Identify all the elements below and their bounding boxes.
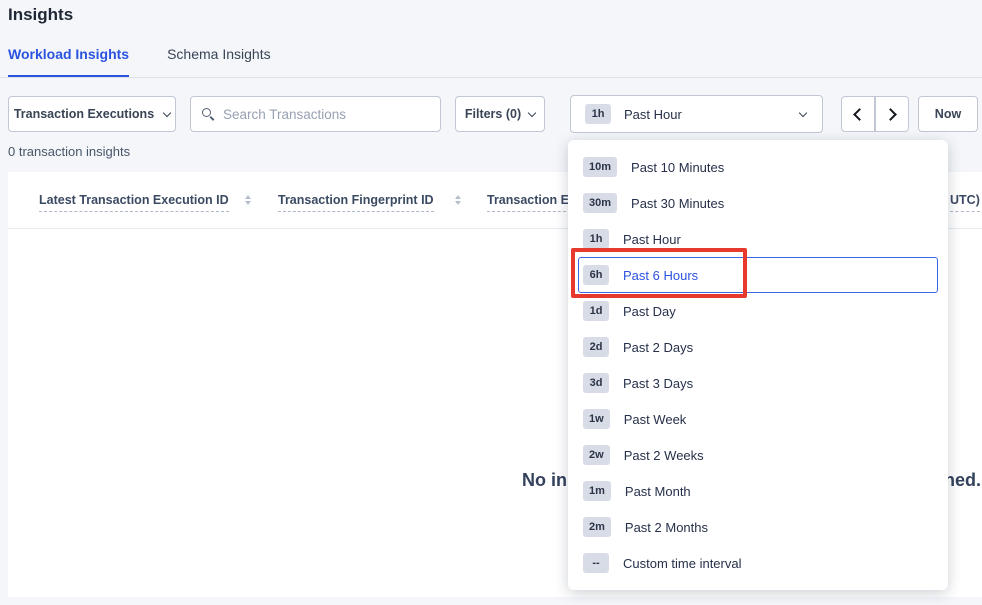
time-pager xyxy=(841,96,909,132)
page-title: Insights xyxy=(8,5,73,25)
empty-state-text-left: No in xyxy=(522,470,567,491)
time-option-past-2-months[interactable]: 2m Past 2 Months xyxy=(578,509,938,545)
column-header-transaction-fingerprint-id[interactable]: Transaction Fingerprint ID xyxy=(278,193,434,212)
time-option-past-6-hours[interactable]: 6h Past 6 Hours xyxy=(578,257,938,293)
column-header-latest-transaction-execution-id[interactable]: Latest Transaction Execution ID xyxy=(39,193,229,212)
time-option-past-month[interactable]: 1m Past Month xyxy=(578,473,938,509)
time-badge: 30m xyxy=(583,193,617,213)
chevron-down-icon xyxy=(163,108,171,116)
next-interval-button[interactable] xyxy=(875,96,909,132)
previous-interval-button[interactable] xyxy=(841,96,875,132)
time-badge: 2w xyxy=(583,445,610,465)
search-input[interactable] xyxy=(223,107,430,122)
time-interval-dropdown-menu: 10m Past 10 Minutes 30m Past 30 Minutes … xyxy=(568,140,948,590)
execution-type-label: Transaction Executions xyxy=(14,107,154,121)
time-badge: 2m xyxy=(583,517,611,537)
time-picker-label: Past Hour xyxy=(624,107,682,122)
tab-workload-insights[interactable]: Workload Insights xyxy=(8,46,129,77)
search-icon xyxy=(201,107,215,121)
chevron-down-icon xyxy=(799,108,807,116)
time-badge: 3d xyxy=(583,373,609,393)
time-badge: 1d xyxy=(583,301,609,321)
time-badge: 1h xyxy=(583,229,609,249)
time-badge: 10m xyxy=(583,157,617,177)
time-option-past-3-days[interactable]: 3d Past 3 Days xyxy=(578,365,938,401)
time-option-past-30-minutes[interactable]: 30m Past 30 Minutes xyxy=(578,185,938,221)
filters-label: Filters (0) xyxy=(465,107,521,121)
sort-icon[interactable] xyxy=(245,195,251,205)
chevron-down-icon xyxy=(528,108,536,116)
time-badge: 1w xyxy=(583,409,610,429)
tab-schema-insights[interactable]: Schema Insights xyxy=(167,46,271,77)
time-badge: 2d xyxy=(583,337,609,357)
time-option-past-week[interactable]: 1w Past Week xyxy=(578,401,938,437)
insights-count: 0 transaction insights xyxy=(8,144,130,159)
time-option-past-hour[interactable]: 1h Past Hour xyxy=(578,221,938,257)
execution-type-dropdown[interactable]: Transaction Executions xyxy=(8,96,176,132)
time-option-past-2-weeks[interactable]: 2w Past 2 Weeks xyxy=(578,437,938,473)
time-option-past-day[interactable]: 1d Past Day xyxy=(578,293,938,329)
column-header-utc: UTC) xyxy=(950,193,980,212)
time-option-custom-interval[interactable]: -- Custom time interval xyxy=(578,545,938,581)
chevron-right-icon xyxy=(884,108,897,121)
search-box[interactable] xyxy=(190,96,441,132)
tab-divider xyxy=(0,77,982,78)
time-option-past-10-minutes[interactable]: 10m Past 10 Minutes xyxy=(578,149,938,185)
time-picker-badge: 1h xyxy=(585,104,611,124)
empty-state-text-right: ned. xyxy=(944,470,981,491)
tab-bar: Workload Insights Schema Insights xyxy=(8,46,271,77)
time-badge: 6h xyxy=(583,265,609,285)
now-button[interactable]: Now xyxy=(918,96,978,132)
insights-page: Insights Workload Insights Schema Insigh… xyxy=(0,0,982,605)
time-option-past-2-days[interactable]: 2d Past 2 Days xyxy=(578,329,938,365)
chevron-left-icon xyxy=(853,108,866,121)
time-badge: -- xyxy=(583,553,609,573)
time-badge: 1m xyxy=(583,481,611,501)
time-interval-picker[interactable]: 1h Past Hour xyxy=(570,95,823,133)
sort-icon[interactable] xyxy=(455,195,461,205)
column-header-transaction-execution[interactable]: Transaction Ex xyxy=(487,193,576,212)
filters-dropdown[interactable]: Filters (0) xyxy=(455,96,545,132)
